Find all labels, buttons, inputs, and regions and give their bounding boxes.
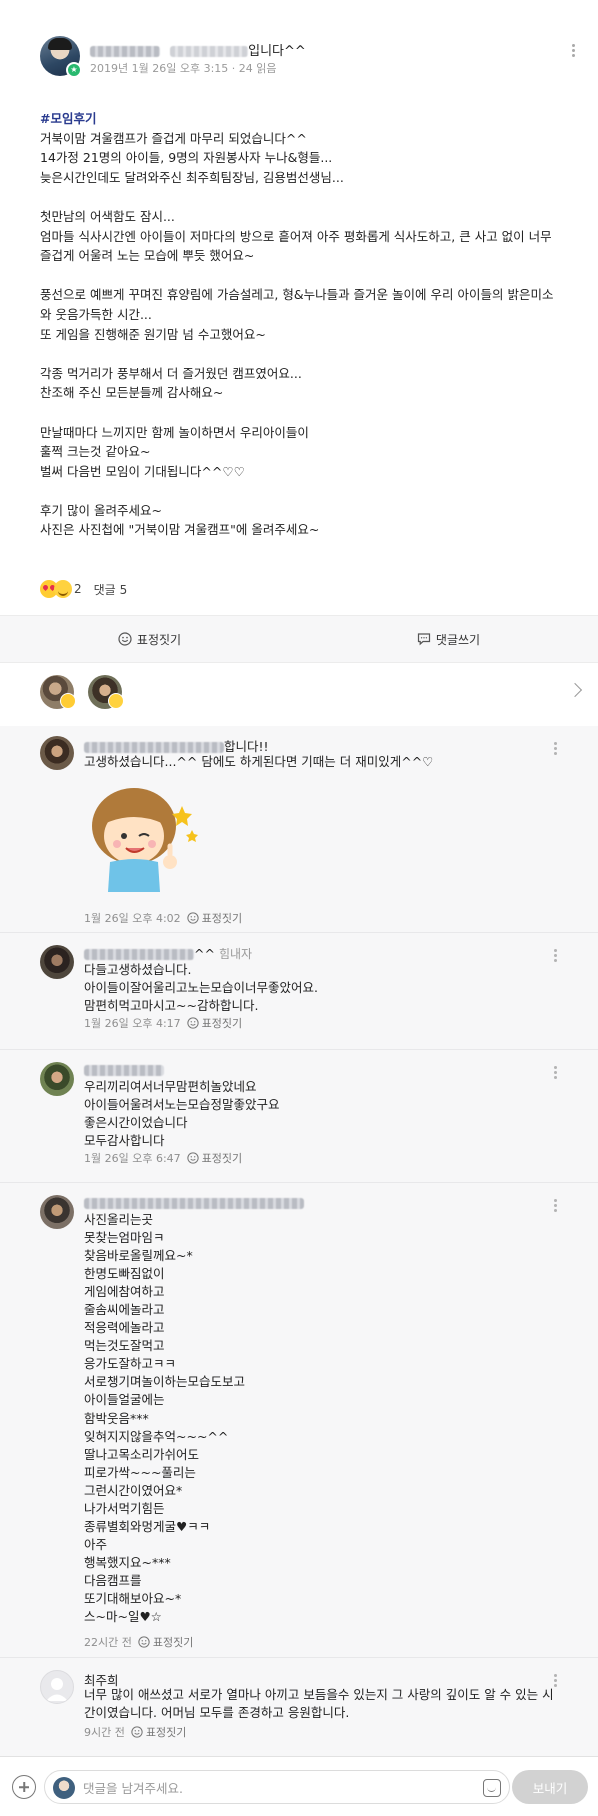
comment-more-icon[interactable] [552, 947, 558, 964]
smile-emoji-icon [108, 693, 124, 709]
commenter-avatar[interactable] [40, 1062, 74, 1096]
comment-count: 댓글 5 [94, 581, 128, 598]
comment-item: 사진올리는곳 못찾는엄마임ㅋ 찾음바로올릴께요~* 한명도빠짐없이 게임에참여하… [0, 1183, 598, 1649]
comment-meta: 1월 26일 오후 4:02 표정짓기 [84, 910, 242, 926]
commenter-name-blurred [84, 1198, 304, 1209]
comment-count-value: 5 [119, 582, 128, 597]
commenter-name-suffix: ^^ [194, 946, 215, 961]
send-button[interactable]: 보내기 [512, 1770, 588, 1804]
comment-input-box [44, 1770, 510, 1804]
meta-separator: · [231, 62, 236, 75]
comment-input-bar: 보내기 [0, 1756, 598, 1816]
comment-item: 최주희 너무 많이 애쓰셨고 서로가 열마나 아끼고 보듬을수 있는지 그 사랑… [0, 1658, 598, 1754]
comment-text: 너무 많이 애쓰셨고 서로가 열마나 아끼고 보듬을수 있는지 그 사랑의 깊이… [84, 1687, 554, 1720]
comment-item: ^^ 힘내자 다들고생하셨습니다. 아이들이잘어울리고노는모습이너무좋았어요. 맘… [0, 933, 598, 1048]
comment-react-button[interactable]: 표정짓기 [187, 910, 242, 926]
author-name-blurred[interactable] [90, 46, 160, 57]
post-body: #모임후기 거북이맘 겨울캠프가 즐겁게 마무리 되었습니다^^ 14가정 21… [40, 109, 560, 540]
comment-text: 우리끼리여서너무맘편히놀았네요 아이들어울려서노는모습정말좋았구요 좋은시간이었… [84, 1079, 280, 1148]
commenter-name[interactable] [84, 1195, 304, 1210]
smiley-icon [118, 632, 132, 646]
comment-react-label: 표정짓기 [152, 1636, 194, 1649]
sticker-image [92, 788, 198, 892]
comment-list: 합니다!! 고생하셨습니다...^^ 담에도 하게된다면 기때는 더 재미있게^… [0, 726, 598, 1756]
commenter-name-blurred [84, 949, 194, 960]
attach-plus-icon[interactable] [12, 1775, 36, 1799]
reactors-strip[interactable] [0, 663, 598, 725]
comment-react-label: 표정짓기 [201, 1152, 243, 1165]
write-comment-button[interactable]: 댓글쓰기 [299, 616, 598, 662]
commenter-avatar[interactable] [40, 1670, 74, 1704]
comment-time: 22시간 전 [84, 1636, 132, 1649]
comment-text: 고생하셨습니다...^^ 담에도 하게된다면 기때는 더 재미있게^^♡ [84, 754, 434, 769]
comment-text: 사진올리는곳 못찾는엄마임ㅋ 찾음바로올릴께요~* 한명도빠짐없이 게임에참여하… [84, 1212, 246, 1625]
smiley-icon [187, 1017, 199, 1029]
react-button[interactable]: 표정짓기 [0, 616, 299, 662]
smiley-icon [187, 1152, 199, 1164]
comment-item: 우리끼리여서너무맘편히놀았네요 아이들어울려서노는모습정말좋았구요 좋은시간이었… [0, 1050, 598, 1168]
comment-more-icon[interactable] [552, 1672, 558, 1689]
post-text: 거북이맘 겨울캠프가 즐겁게 마무리 되었습니다^^ 14가정 21명의 아이들… [40, 130, 554, 538]
sticker-icon[interactable] [483, 1779, 501, 1797]
post-date: 2019년 1월 26일 오후 3:15 [90, 62, 229, 75]
smile-emoji-icon [54, 580, 72, 598]
divider [0, 806, 598, 807]
commenter-role: 힘내자 [218, 947, 253, 961]
reactor-avatar[interactable] [88, 675, 124, 709]
post-header: ★ 입니다^^ 2019년 1월 26일 오후 3:15 · 24 읽음 [40, 36, 580, 84]
comment-react-label: 표정짓기 [145, 1726, 187, 1739]
comment-react-label: 표정짓기 [201, 1017, 243, 1030]
reactor-avatar[interactable] [40, 675, 76, 709]
reaction-count: 2 [74, 582, 82, 596]
post-more-icon[interactable] [566, 42, 580, 60]
post-meta: 2019년 1월 26일 오후 3:15 · 24 읽음 [90, 60, 277, 76]
default-avatar-icon [46, 1678, 68, 1701]
comment-meta: 22시간 전 표정짓기 [84, 1634, 193, 1650]
comment-react-label: 표정짓기 [201, 912, 243, 925]
comment-text: 다들고생하셨습니다. 아이들이잘어울리고노는모습이너무좋았어요. 맘편히먹고마시… [84, 962, 318, 1013]
comment-more-icon[interactable] [552, 1197, 558, 1214]
read-count[interactable]: 24 읽음 [239, 62, 277, 75]
write-comment-label: 댓글쓰기 [435, 632, 481, 647]
chevron-right-icon[interactable] [567, 682, 583, 698]
comment-react-button[interactable]: 표정짓기 [187, 1150, 242, 1166]
comment-more-icon[interactable] [552, 1064, 558, 1081]
hashtag-link[interactable]: #모임후기 [40, 109, 560, 129]
commenter-name-blurred [84, 742, 224, 753]
smiley-icon [138, 1636, 150, 1648]
leader-badge-icon: ★ [66, 62, 82, 78]
commenter-avatar[interactable] [40, 736, 74, 770]
comment-time: 1월 26일 오후 4:02 [84, 912, 181, 925]
commenter-name-suffix: 합니다!! [224, 739, 269, 754]
commenter-name-blurred [84, 1065, 164, 1076]
comment-item: 합니다!! 고생하셨습니다...^^ 담에도 하게된다면 기때는 더 재미있게^… [0, 726, 598, 925]
comment-bubble-icon [417, 633, 431, 646]
comment-input[interactable] [83, 1777, 453, 1799]
love-emoji-icon [60, 693, 76, 709]
comment-react-button[interactable]: 표정짓기 [131, 1724, 186, 1740]
comment-time: 1월 26일 오후 6:47 [84, 1152, 181, 1165]
comment-more-icon[interactable] [552, 740, 558, 757]
comment-meta: 1월 26일 오후 6:47 표정짓기 [84, 1150, 242, 1166]
author-line: 입니다^^ [90, 40, 306, 59]
commenter-name[interactable]: ^^ 힘내자 [84, 945, 252, 962]
author-suffix: 입니다^^ [248, 44, 306, 59]
reaction-summary[interactable]: 2 댓글 5 [40, 578, 127, 600]
react-button-label: 표정짓기 [136, 632, 182, 647]
smiley-icon [187, 912, 199, 924]
comment-react-button[interactable]: 표정짓기 [138, 1634, 193, 1650]
commenter-name[interactable] [84, 1062, 164, 1077]
smiley-icon [131, 1726, 143, 1738]
my-avatar [53, 1777, 75, 1799]
author-title-blurred [170, 46, 249, 57]
comment-count-label: 댓글 [93, 582, 116, 597]
comment-time: 1월 26일 오후 4:17 [84, 1017, 181, 1030]
comment-react-button[interactable]: 표정짓기 [187, 1015, 242, 1031]
comment-meta: 9시간 전 표정짓기 [84, 1724, 186, 1740]
comment-meta: 1월 26일 오후 4:17 표정짓기 [84, 1015, 242, 1031]
commenter-avatar[interactable] [40, 1195, 74, 1229]
comment-time: 9시간 전 [84, 1726, 125, 1739]
commenter-avatar[interactable] [40, 945, 74, 979]
action-bar: 표정짓기 댓글쓰기 [0, 616, 598, 662]
